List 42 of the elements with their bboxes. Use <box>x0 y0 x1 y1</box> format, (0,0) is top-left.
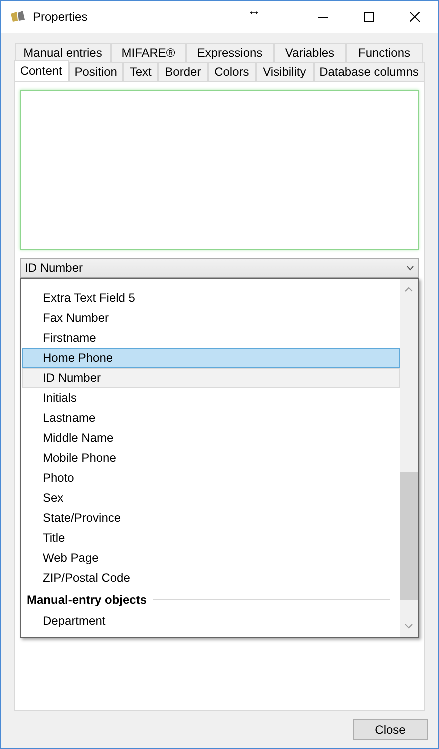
tab[interactable]: Border <box>158 62 208 82</box>
tab[interactable]: Content <box>14 60 69 82</box>
list-item[interactable]: Initials <box>22 388 400 408</box>
list-item[interactable]: Sex <box>22 488 400 508</box>
tab[interactable]: Visibility <box>256 62 314 82</box>
tab[interactable]: Colors <box>208 62 256 82</box>
list-item[interactable]: Lastname <box>22 408 400 428</box>
window-title: Properties <box>33 9 88 26</box>
minimize-icon <box>318 16 328 18</box>
scroll-down-icon <box>405 624 413 629</box>
list-item[interactable]: Home Phone <box>22 348 400 368</box>
tab[interactable]: Variables <box>274 43 346 63</box>
tab[interactable]: Expressions <box>186 43 274 63</box>
scroll-up-icon <box>405 287 413 292</box>
maximize-icon <box>364 12 374 22</box>
list-item[interactable]: Web Page <box>22 548 400 568</box>
close-icon <box>410 12 420 22</box>
close-button[interactable]: Close <box>353 719 428 740</box>
list-item[interactable]: ID Number <box>22 368 400 388</box>
tab[interactable]: MIFARE® <box>111 43 186 63</box>
content-text-area[interactable] <box>20 90 419 250</box>
tab[interactable]: Text <box>123 62 158 82</box>
scrollbar[interactable] <box>400 279 418 637</box>
list-item[interactable]: Department <box>22 611 400 631</box>
tab[interactable]: Position <box>68 62 124 82</box>
list-item[interactable]: Firstname <box>22 328 400 348</box>
chevron-down-icon <box>407 266 414 270</box>
app-logo-icon <box>11 11 27 23</box>
list-item[interactable]: Fax Number <box>22 308 400 328</box>
resize-icon: ↔ <box>248 1 261 21</box>
list-item[interactable]: Photo <box>22 468 400 488</box>
group-header: Manual-entry objects <box>27 592 148 608</box>
tab[interactable]: Database columns <box>314 62 425 82</box>
list-item[interactable]: Middle Name <box>22 428 400 448</box>
tab[interactable]: Functions <box>346 43 423 63</box>
list-item[interactable]: Extra Text Field 5 <box>22 288 400 308</box>
scrollbar-thumb[interactable] <box>400 472 418 600</box>
list-item[interactable]: Title <box>22 528 400 548</box>
list-item[interactable]: State/Province <box>22 508 400 528</box>
column-dropdown[interactable]: ID Number <box>20 258 419 278</box>
list-item[interactable]: Mobile Phone <box>22 448 400 468</box>
list-item[interactable]: ZIP/Postal Code <box>22 568 400 588</box>
